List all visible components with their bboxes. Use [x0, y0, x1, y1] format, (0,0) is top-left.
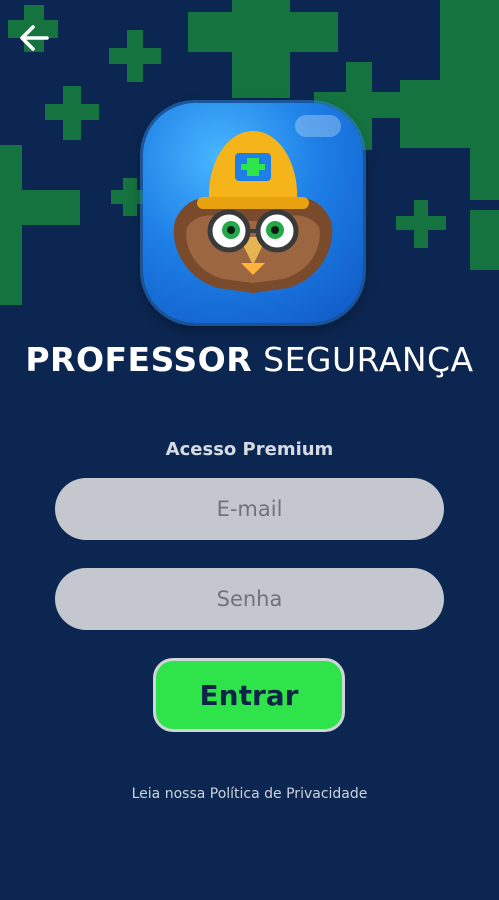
privacy-policy-link[interactable]: Leia nossa Política de Privacidade — [0, 786, 499, 802]
email-field[interactable] — [55, 478, 444, 540]
arrow-left-icon — [20, 25, 49, 51]
bg-cross-right-edge — [470, 210, 499, 270]
password-field[interactable] — [55, 568, 444, 630]
bg-cross-top — [188, 0, 338, 98]
logo-gloss — [295, 115, 341, 137]
bg-cross-right-small — [396, 200, 446, 248]
bg-cross-right-large — [400, 0, 499, 200]
bg-cross-mid-left — [45, 86, 99, 140]
login-button[interactable]: Entrar — [153, 658, 345, 732]
bg-cross-small-left — [109, 30, 161, 82]
back-button[interactable] — [14, 20, 54, 56]
app-title-bold: PROFESSOR — [25, 340, 253, 379]
premium-access-heading: Acesso Premium — [165, 439, 334, 460]
bg-cross-left-large — [0, 145, 80, 305]
app-title-light: SEGURANÇA — [263, 340, 474, 379]
login-button-label: Entrar — [199, 678, 299, 712]
app-title: PROFESSOR SEGURANÇA — [0, 340, 499, 379]
app-logo — [143, 103, 363, 323]
